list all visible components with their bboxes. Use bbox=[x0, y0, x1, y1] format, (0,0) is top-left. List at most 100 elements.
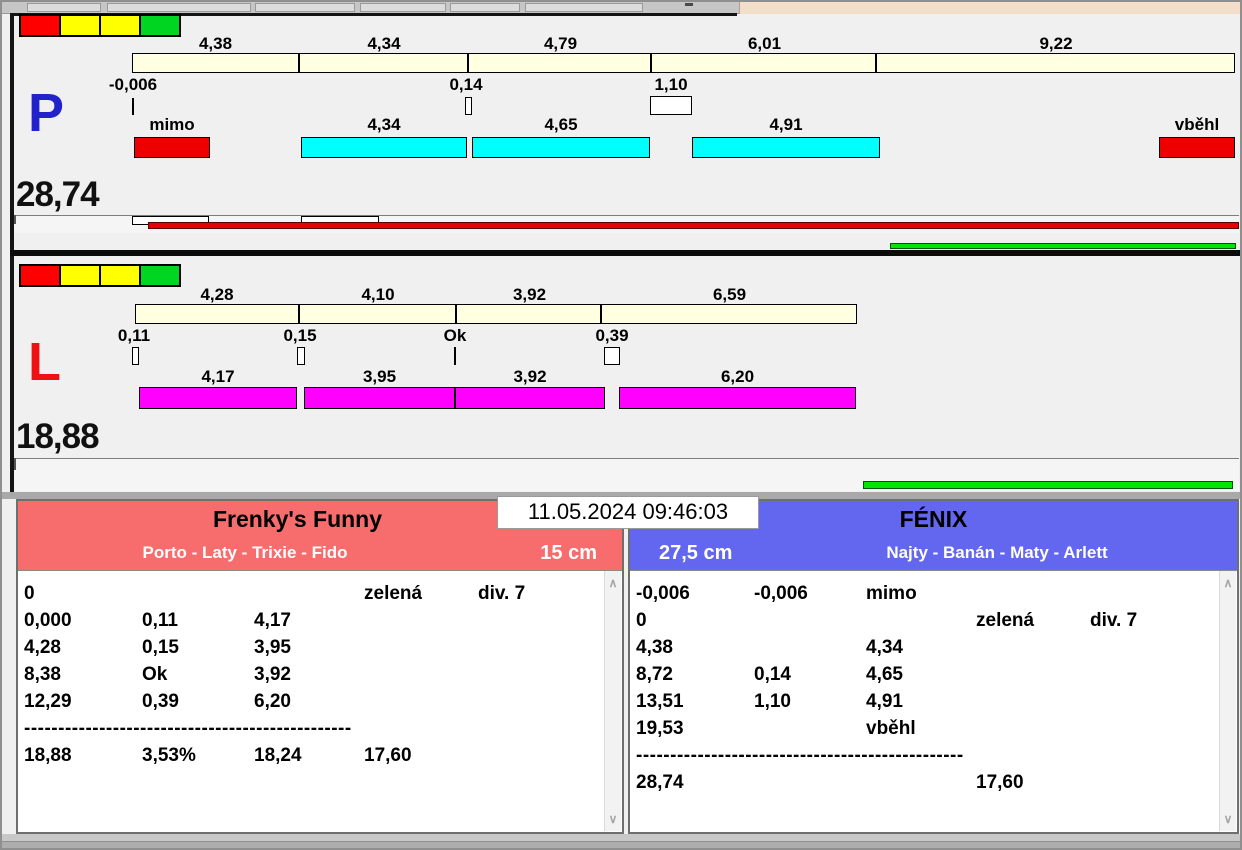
table-row: 0 zelená div. 7 bbox=[636, 607, 1237, 634]
table-cell: div. 7 bbox=[478, 582, 526, 604]
p-dog-time: mimo bbox=[149, 115, 195, 134]
datetime-display: 11.05.2024 09:46:03 bbox=[497, 496, 759, 529]
p-changeover-box bbox=[465, 97, 472, 115]
p-strip-tick bbox=[14, 215, 16, 224]
p-segment bbox=[133, 54, 300, 72]
status-light-red bbox=[19, 14, 61, 37]
table-cell: 28,74 bbox=[636, 771, 684, 793]
scroll-down-icon[interactable]: ∨ bbox=[1220, 813, 1236, 825]
left-table-scrollbar[interactable]: ∧ ∨ bbox=[604, 571, 621, 831]
table-cell: 18,24 bbox=[254, 744, 302, 766]
team-panel-left: Frenky's Funny Porto - Laty - Trixie - F… bbox=[16, 499, 624, 834]
toolbar-segment bbox=[450, 3, 520, 12]
l-dog-bar bbox=[139, 387, 297, 409]
top-right-strip bbox=[739, 2, 1240, 14]
results-separator: ----------------------------------------… bbox=[636, 744, 964, 766]
team-left-height: 15 cm bbox=[540, 542, 597, 564]
table-cell: 6,20 bbox=[254, 690, 291, 712]
table-row: 19,53 vběhl bbox=[636, 715, 1237, 742]
bottom-strip-light bbox=[2, 834, 1240, 841]
toolbar-segment bbox=[360, 3, 446, 12]
table-cell: 4,28 bbox=[24, 636, 61, 658]
toolbar-segment bbox=[27, 3, 101, 12]
table-row: 8,38 Ok 3,92 bbox=[24, 661, 622, 688]
table-row: -0,006 -0,006 mimo bbox=[636, 580, 1237, 607]
p-dog-time: vběhl bbox=[1174, 115, 1220, 134]
table-cell: 0 bbox=[636, 609, 647, 631]
l-segment bbox=[457, 305, 602, 323]
l-segment bbox=[602, 305, 856, 323]
table-cell: 0,15 bbox=[142, 636, 179, 658]
p-segment-time: 6,01 bbox=[747, 34, 782, 53]
p-segment-time: 4,38 bbox=[198, 34, 233, 53]
p-segment bbox=[469, 54, 653, 72]
table-cell: 19,53 bbox=[636, 717, 684, 739]
table-cell: -0,006 bbox=[754, 582, 808, 604]
table-cell: 0 bbox=[24, 582, 35, 604]
scroll-up-icon[interactable]: ∧ bbox=[1220, 577, 1236, 589]
l-dog-bar bbox=[619, 387, 856, 409]
table-cell: 18,88 bbox=[24, 744, 72, 766]
table-row: 4,28 0,15 3,95 bbox=[24, 634, 622, 661]
scroll-down-icon[interactable]: ∨ bbox=[605, 813, 621, 825]
p-segment bbox=[300, 54, 470, 72]
lane-l-status-lights bbox=[19, 264, 181, 287]
l-dog-bar bbox=[455, 387, 605, 409]
table-row: 0 zelená div. 7 bbox=[24, 580, 622, 607]
team-right-total-row: 28,74 17,60 bbox=[636, 769, 1237, 796]
l-segment bbox=[300, 305, 458, 323]
toolbar-segment bbox=[255, 3, 355, 12]
p-changeover-tick bbox=[132, 98, 134, 115]
table-cell: 13,51 bbox=[636, 690, 684, 712]
table-row: 8,72 0,14 4,65 bbox=[636, 661, 1237, 688]
timing-app-window: 4,38 4,34 4,79 6,01 9,22 -0,006 0,14 1,1… bbox=[0, 0, 1242, 850]
table-row: 13,51 1,10 4,91 bbox=[636, 688, 1237, 715]
l-segment-time: 3,92 bbox=[512, 285, 547, 304]
p-green-bar bbox=[890, 243, 1236, 249]
l-dog-time: 4,17 bbox=[201, 367, 235, 386]
p-changeover-box bbox=[650, 96, 692, 115]
l-changeover-box bbox=[604, 347, 620, 365]
l-segment-time: 4,10 bbox=[361, 285, 395, 304]
p-changeover-time: 0,14 bbox=[449, 75, 483, 94]
p-elapsed-bar bbox=[148, 222, 1239, 229]
p-dog-bar bbox=[692, 137, 880, 158]
l-dog-time: 3,95 bbox=[362, 367, 397, 386]
table-row: 0,000 0,11 4,17 bbox=[24, 607, 622, 634]
team-left-results: 0 zelená div. 7 0,000 0,11 4,17 4,28 0,15 3,95 8,… bbox=[18, 570, 622, 832]
table-cell: 12,29 bbox=[24, 690, 72, 712]
bottom-strip-dark bbox=[2, 841, 1240, 848]
table-cell: 0,11 bbox=[142, 609, 178, 631]
table-cell: 8,38 bbox=[24, 663, 61, 685]
scroll-up-icon[interactable]: ∧ bbox=[605, 577, 621, 589]
toolbar-segment bbox=[107, 3, 251, 12]
p-dog-bar bbox=[301, 137, 467, 158]
l-changeover-box bbox=[297, 347, 305, 365]
p-dog-bar bbox=[472, 137, 650, 158]
l-changeover-time: 0,39 bbox=[595, 326, 629, 345]
status-light-red bbox=[19, 264, 61, 287]
lane-divider bbox=[10, 250, 1240, 256]
status-light-yellow bbox=[99, 264, 141, 287]
table-cell: 3,53% bbox=[142, 744, 196, 766]
p-segment-time: 4,34 bbox=[367, 34, 401, 53]
table-cell: 4,91 bbox=[866, 690, 903, 712]
table-cell: 0,39 bbox=[142, 690, 179, 712]
right-table-scrollbar[interactable]: ∧ ∨ bbox=[1219, 571, 1236, 831]
p-changeover-time: 1,10 bbox=[654, 75, 688, 94]
p-dog-time: 4,34 bbox=[367, 115, 401, 134]
p-changeover-time: -0,006 bbox=[108, 75, 158, 94]
table-cell: -0,006 bbox=[636, 582, 690, 604]
table-cell: 17,60 bbox=[364, 744, 412, 766]
l-changeover-time: 0,15 bbox=[283, 326, 317, 345]
p-total-time: 28,74 bbox=[16, 175, 100, 214]
l-dog-time: 6,20 bbox=[720, 367, 755, 386]
table-cell: 0,14 bbox=[754, 663, 791, 685]
team-right-results: -0,006 -0,006 mimo 0 zelená div. 7 4,38 4,34 8,7… bbox=[630, 570, 1237, 832]
toolbar-segment bbox=[525, 3, 643, 12]
table-cell: div. 7 bbox=[1090, 609, 1138, 631]
table-cell: vběhl bbox=[866, 717, 916, 739]
status-light-yellow bbox=[59, 14, 101, 37]
table-cell: 17,60 bbox=[976, 771, 1024, 793]
p-dog-time: 4,91 bbox=[769, 115, 803, 134]
